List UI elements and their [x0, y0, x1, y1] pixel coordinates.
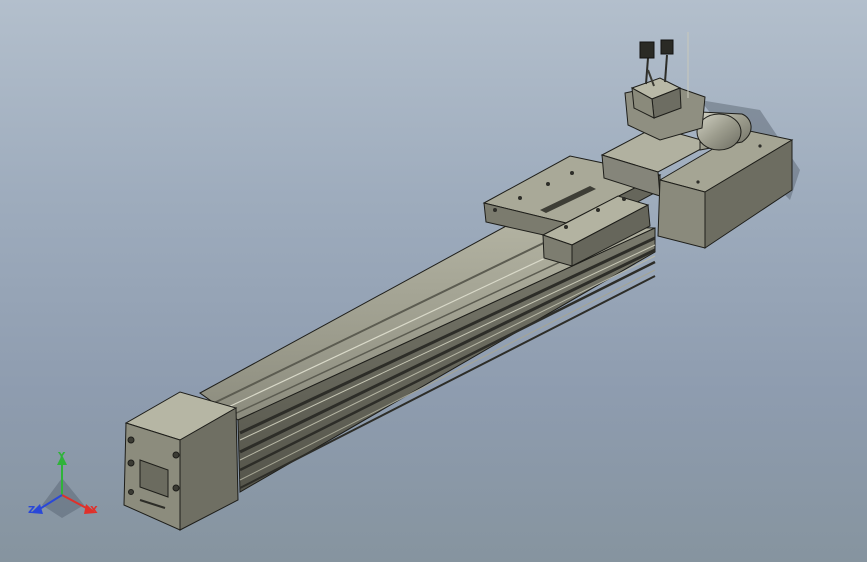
rail-body[interactable]: [199, 224, 656, 493]
triad-z-label: Z: [28, 505, 36, 516]
triad-x-label: X: [90, 505, 98, 516]
graphics-viewport[interactable]: Y X Z: [0, 0, 867, 562]
coordinate-triad: [31, 455, 96, 518]
end-cap-block[interactable]: [123, 391, 239, 531]
connector-left[interactable]: [639, 41, 655, 59]
connector-right[interactable]: [660, 39, 674, 55]
motor-flange[interactable]: [624, 77, 706, 141]
model-canvas[interactable]: [0, 0, 867, 562]
triad-y-label: Y: [58, 451, 66, 462]
